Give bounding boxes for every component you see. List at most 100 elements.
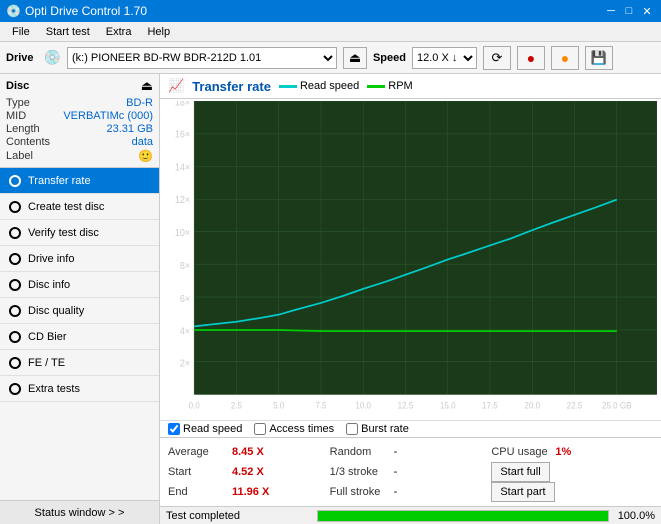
refresh-button[interactable]: ⟳ [483, 46, 511, 70]
stat-startpart: Start part [491, 482, 653, 502]
type-val: BD-R [126, 97, 153, 109]
nav-verify-test-disc-label: Verify test disc [28, 227, 99, 239]
mid-key: MID [6, 110, 26, 122]
nav-transfer-rate[interactable]: Transfer rate [0, 168, 159, 194]
titlebar: 💿 Opti Drive Control 1.70 ─ □ ✕ [0, 0, 661, 22]
nav-cd-bier[interactable]: CD Bier [0, 324, 159, 350]
menu-help[interactable]: Help [139, 24, 178, 40]
cd-bier-icon [8, 330, 22, 344]
random-val: - [394, 446, 398, 458]
stats-row-2: Start 4.52 X 1/3 stroke - Start full [168, 462, 653, 482]
extra-tests-icon [8, 382, 22, 396]
fullstroke-key: Full stroke [330, 486, 390, 498]
nav-disc-info-label: Disc info [28, 279, 70, 291]
fe-te-icon [8, 356, 22, 370]
nav-fe-te-label: FE / TE [28, 357, 65, 369]
menu-file[interactable]: File [4, 24, 38, 40]
stats-row-1: Average 8.45 X Random - CPU usage 1% [168, 442, 653, 462]
status-window-button[interactable]: Status window > > [0, 500, 159, 524]
menu-extra[interactable]: Extra [98, 24, 140, 40]
type-key: Type [6, 97, 30, 109]
progress-bar-fill [318, 511, 608, 521]
stat-startfull: Start full [491, 462, 653, 482]
disc-eject-icon[interactable]: ⏏ [141, 78, 153, 94]
checkbox-burst-rate[interactable]: Burst rate [346, 423, 409, 435]
nav-extra-tests-label: Extra tests [28, 383, 80, 395]
nav-create-test-disc[interactable]: Create test disc [0, 194, 159, 220]
create-test-disc-icon [8, 200, 22, 214]
nav-fe-te[interactable]: FE / TE [0, 350, 159, 376]
legend-read-speed-label: Read speed [300, 80, 359, 92]
titlebar-title: 💿 Opti Drive Control 1.70 [6, 4, 147, 18]
contents-val: data [132, 136, 153, 148]
stat-average: Average 8.45 X [168, 446, 330, 458]
eject-button[interactable]: ⏏ [343, 47, 367, 69]
drive-info-icon [8, 252, 22, 266]
minimize-button[interactable]: ─ [603, 3, 619, 19]
legend-rpm: RPM [367, 80, 412, 92]
disc-title: Disc [6, 80, 29, 92]
svg-text:22.5: 22.5 [567, 400, 583, 411]
end-key: End [168, 486, 228, 498]
drive-select[interactable]: (k:) PIONEER BD-RW BDR-212D 1.01 [67, 47, 337, 69]
stroke13-key: 1/3 stroke [330, 466, 390, 478]
svg-text:7.5: 7.5 [315, 400, 326, 411]
verify-test-disc-icon [8, 226, 22, 240]
menu-start-test[interactable]: Start test [38, 24, 98, 40]
legend-read-speed: Read speed [279, 80, 359, 92]
nav-disc-quality-label: Disc quality [28, 305, 84, 317]
length-key: Length [6, 123, 40, 135]
mid-val: VERBATIMc (000) [63, 110, 153, 122]
nav-disc-info[interactable]: Disc info [0, 272, 159, 298]
svg-text:25.0 GB: 25.0 GB [602, 400, 632, 411]
svg-text:2×: 2× [180, 358, 191, 370]
main-layout: Disc ⏏ Type BD-R MID VERBATIMc (000) Len… [0, 74, 661, 524]
svg-text:10×: 10× [175, 227, 191, 239]
sidebar: Disc ⏏ Type BD-R MID VERBATIMc (000) Len… [0, 74, 160, 524]
legend-rpm-label: RPM [388, 80, 412, 92]
svg-text:17.5: 17.5 [482, 400, 498, 411]
start-part-button[interactable]: Start part [491, 482, 554, 502]
nav-cd-bier-label: CD Bier [28, 331, 67, 343]
chart-wrapper: 18× 16× 14× 12× 10× 8× 6× 4× 2× 0.0 2.5 … [160, 99, 661, 420]
close-button[interactable]: ✕ [639, 3, 655, 19]
cpu-key: CPU usage [491, 446, 551, 458]
maximize-button[interactable]: □ [621, 3, 637, 19]
average-val: 8.45 X [232, 446, 272, 458]
nav-disc-quality[interactable]: Disc quality [0, 298, 159, 324]
read-speed-checkbox[interactable] [168, 423, 180, 435]
save-button[interactable]: 💾 [585, 46, 613, 70]
nav-extra-tests[interactable]: Extra tests [0, 376, 159, 402]
red-circle-button[interactable]: ● [517, 46, 545, 70]
app-title: Opti Drive Control 1.70 [25, 4, 147, 18]
orange-circle-button[interactable]: ● [551, 46, 579, 70]
checkbox-read-speed[interactable]: Read speed [168, 423, 242, 435]
chart-controls: Read speed Access times Burst rate [160, 420, 661, 437]
speed-select[interactable]: 12.0 X ↓ 4.0 X 8.0 X 16.0 X [412, 47, 477, 69]
stat-fullstroke: Full stroke - [330, 486, 492, 498]
legend-read-speed-color [279, 85, 297, 88]
end-val: 11.96 X [232, 486, 272, 498]
average-key: Average [168, 446, 228, 458]
svg-text:12.5: 12.5 [398, 400, 414, 411]
stat-cpu: CPU usage 1% [491, 446, 653, 458]
access-times-checkbox[interactable] [254, 423, 266, 435]
drive-label: Drive [6, 52, 34, 64]
svg-text:0.0: 0.0 [189, 400, 200, 411]
label-icon: 🙂 [138, 149, 153, 163]
label-key: Label [6, 150, 33, 162]
drive-icon: 💿 [44, 49, 61, 66]
start-full-button[interactable]: Start full [491, 462, 549, 482]
contents-key: Contents [6, 136, 50, 148]
burst-rate-checkbox[interactable] [346, 423, 358, 435]
checkbox-access-times[interactable]: Access times [254, 423, 334, 435]
app-icon: 💿 [6, 4, 21, 18]
nav-drive-info[interactable]: Drive info [0, 246, 159, 272]
chart-header: 📈 Transfer rate Read speed RPM [160, 74, 661, 99]
stats-area: Average 8.45 X Random - CPU usage 1% Sta… [160, 437, 661, 506]
svg-text:12×: 12× [175, 195, 191, 207]
progress-bar-container [317, 510, 609, 522]
chart-icon: 📈 [168, 78, 184, 94]
nav-verify-test-disc[interactable]: Verify test disc [0, 220, 159, 246]
stat-stroke13: 1/3 stroke - [330, 466, 492, 478]
